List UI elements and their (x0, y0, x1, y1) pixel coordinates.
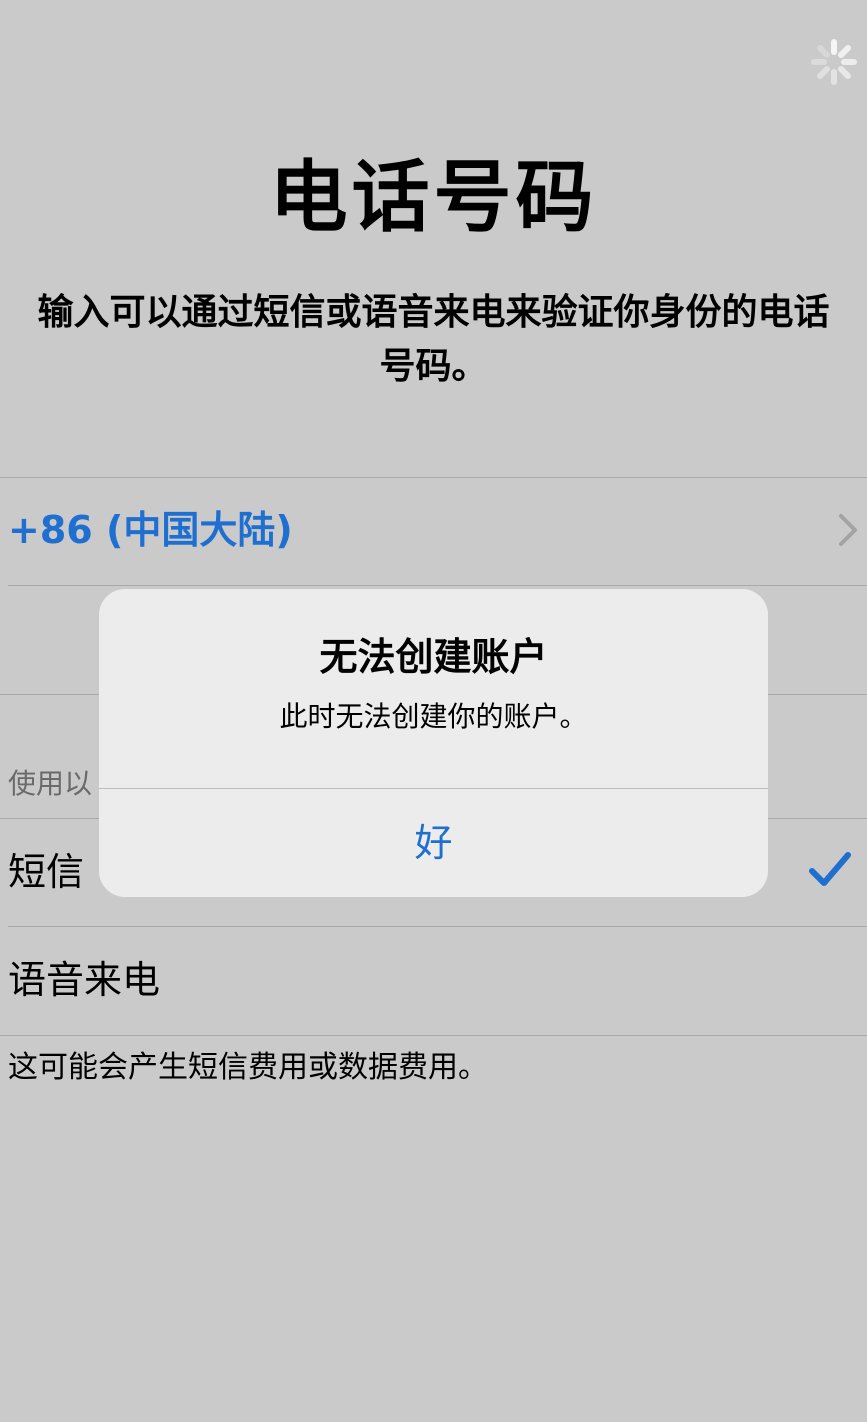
page-subtitle: 输入可以通过短信或语音来电来验证你身份的电话号码。 (37, 292, 830, 387)
option-voice-call[interactable]: 语音来电 (0, 927, 867, 1034)
page-title: 电话号码 (269, 153, 598, 243)
alert-title: 无法创建账户 (319, 635, 548, 679)
country-code-label: +86 (中国大陆) (8, 508, 293, 552)
divider (0, 1035, 867, 1036)
option-voice-call-label: 语音来电 (8, 958, 161, 1002)
alert-message: 此时无法创建你的账户。 (279, 700, 588, 733)
country-code-row[interactable]: +86 (中国大陆) (0, 478, 867, 585)
chevron-right-icon (836, 512, 860, 548)
option-sms-label: 短信 (8, 850, 85, 894)
loading-spinner-icon (808, 36, 860, 88)
alert-ok-button[interactable]: 好 (99, 789, 768, 897)
alert-dialog: 无法创建账户 此时无法创建你的账户。 好 (99, 589, 768, 897)
checkmark-icon (808, 849, 852, 889)
verification-section-header: 使用以 (8, 767, 93, 800)
charges-footnote: 这可能会产生短信费用或数据费用。 (8, 1050, 488, 1085)
